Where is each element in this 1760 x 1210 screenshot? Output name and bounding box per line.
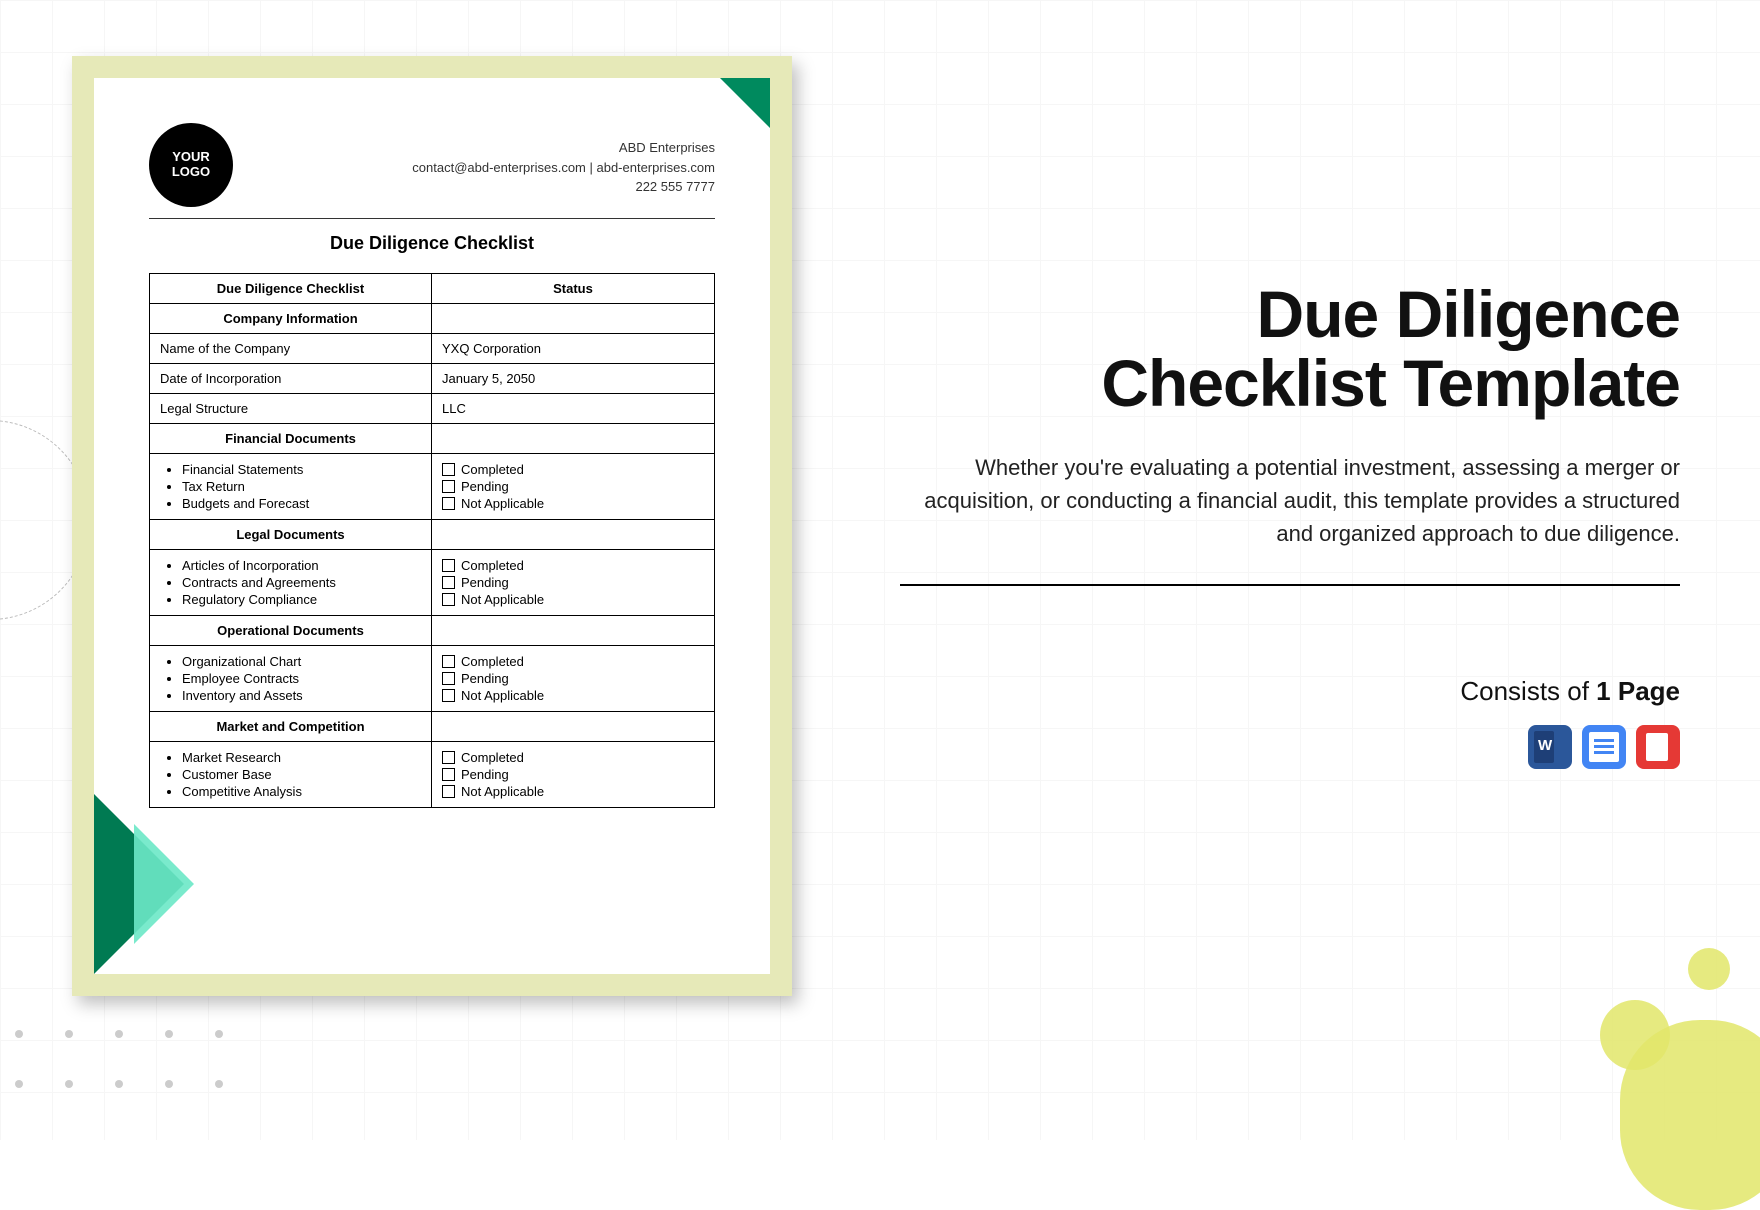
status-options: Completed Pending Not Applicable [432, 646, 714, 711]
format-icons [900, 725, 1680, 769]
checkbox-option: Not Applicable [442, 495, 704, 512]
table-header-left: Due Diligence Checklist [150, 274, 432, 303]
header-divider [149, 218, 715, 219]
section-header: Operational Documents [150, 616, 432, 645]
section-items: Articles of Incorporation Contracts and … [160, 557, 421, 608]
decorative-dots [15, 1030, 275, 1100]
pdf-icon [1636, 725, 1680, 769]
section-header: Financial Documents [150, 424, 432, 453]
checkbox-option: Completed [442, 557, 704, 574]
logo-text-1: YOUR [172, 150, 210, 165]
status-options: Completed Pending Not Applicable [432, 742, 714, 807]
section-header: Legal Documents [150, 520, 432, 549]
document-preview-panel: YOUR LOGO ABD Enterprises contact@abd-en… [72, 56, 792, 996]
logo-text-2: LOGO [172, 165, 210, 180]
word-icon [1528, 725, 1572, 769]
status-options: Completed Pending Not Applicable [432, 454, 714, 519]
section-header: Company Information [150, 304, 432, 333]
logo-placeholder: YOUR LOGO [149, 123, 233, 207]
info-label: Legal Structure [150, 394, 432, 423]
checkbox-option: Not Applicable [442, 783, 704, 800]
section-items: Market Research Customer Base Competitiv… [160, 749, 421, 800]
description-panel: Due Diligence Checklist Template Whether… [900, 280, 1680, 769]
checkbox-option: Completed [442, 653, 704, 670]
table-header-right: Status [432, 274, 714, 303]
info-value: YXQ Corporation [432, 334, 714, 363]
google-docs-icon [1582, 725, 1626, 769]
info-label: Date of Incorporation [150, 364, 432, 393]
info-label: Name of the Company [150, 334, 432, 363]
divider [900, 584, 1680, 586]
checkbox-option: Completed [442, 749, 704, 766]
checklist-table: Due Diligence Checklist Status Company I… [149, 273, 715, 808]
page-count: Consists of 1 Page [900, 676, 1680, 707]
company-phone: 222 555 7777 [412, 177, 715, 197]
checkbox-option: Pending [442, 766, 704, 783]
company-name: ABD Enterprises [412, 138, 715, 158]
template-title: Due Diligence Checklist Template [900, 280, 1680, 419]
checkbox-option: Pending [442, 574, 704, 591]
section-header: Market and Competition [150, 712, 432, 741]
company-contact: contact@abd-enterprises.com | abd-enterp… [412, 158, 715, 178]
section-items: Financial Statements Tax Return Budgets … [160, 461, 421, 512]
document-title: Due Diligence Checklist [94, 233, 770, 254]
checkbox-option: Not Applicable [442, 591, 704, 608]
info-value: LLC [432, 394, 714, 423]
decorative-blobs [1530, 870, 1760, 1170]
checkbox-option: Pending [442, 478, 704, 495]
company-header: ABD Enterprises contact@abd-enterprises.… [412, 138, 715, 197]
checkbox-option: Completed [442, 461, 704, 478]
document-page: YOUR LOGO ABD Enterprises contact@abd-en… [94, 78, 770, 974]
info-value: January 5, 2050 [432, 364, 714, 393]
template-description: Whether you're evaluating a potential in… [900, 451, 1680, 550]
checkbox-option: Not Applicable [442, 687, 704, 704]
status-options: Completed Pending Not Applicable [432, 550, 714, 615]
section-items: Organizational Chart Employee Contracts … [160, 653, 421, 704]
checkbox-option: Pending [442, 670, 704, 687]
